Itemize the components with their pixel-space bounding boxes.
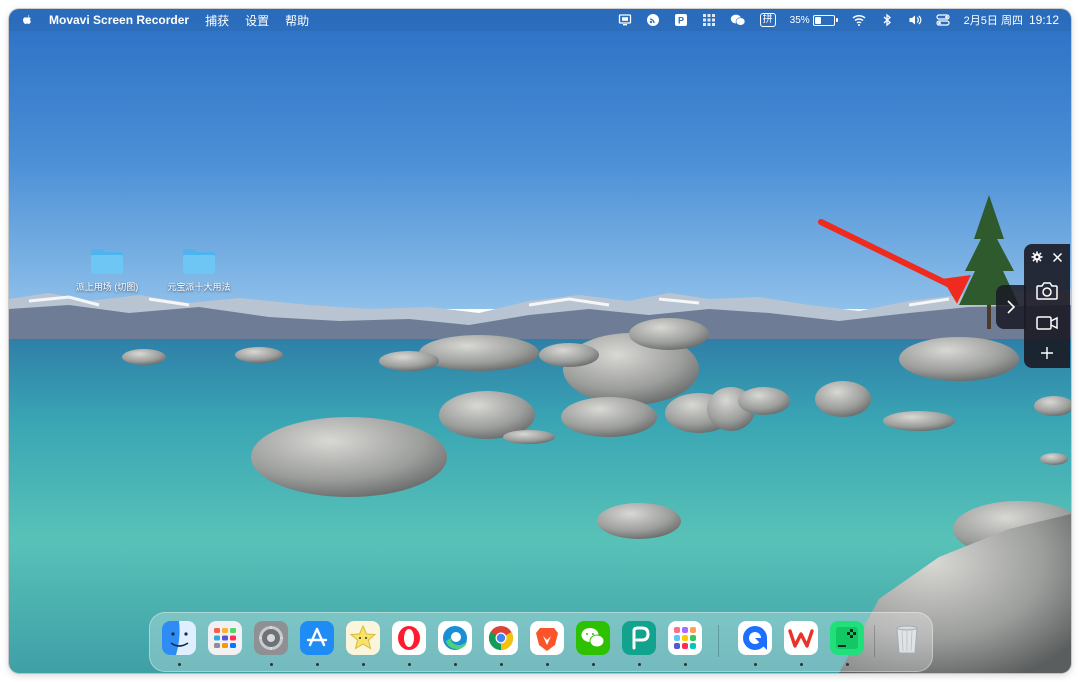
bluetooth-icon[interactable] xyxy=(880,13,894,27)
screenshot-camera-icon xyxy=(1036,282,1058,300)
running-indicator xyxy=(754,663,757,666)
running-indicator xyxy=(178,663,181,666)
wechat-icon[interactable] xyxy=(576,621,610,655)
folder-icon xyxy=(183,249,215,274)
chevron-right-icon xyxy=(1007,300,1016,314)
active-app-name[interactable]: Movavi Screen Recorder xyxy=(49,13,189,27)
running-indicator xyxy=(316,663,319,666)
running-indicator xyxy=(500,663,503,666)
settings-icon[interactable] xyxy=(254,621,288,655)
brave-icon[interactable] xyxy=(530,621,564,655)
add-icon xyxy=(1041,347,1053,359)
running-indicator xyxy=(362,663,365,666)
desktop-screen: Movavi Screen Recorder 捕获 设置 帮助 P 拼 35% … xyxy=(9,9,1071,673)
dock-separator xyxy=(874,625,875,657)
svg-text:P: P xyxy=(678,16,684,26)
dock xyxy=(149,612,933,672)
running-indicator xyxy=(408,663,411,666)
recorder-close-button[interactable] xyxy=(1048,248,1066,266)
p-app-icon[interactable] xyxy=(622,621,656,655)
screenshot-button[interactable] xyxy=(1032,278,1062,304)
control-center-icon[interactable] xyxy=(936,13,950,27)
launchpad-icon[interactable] xyxy=(208,621,242,655)
wallpaper xyxy=(9,9,1071,673)
p-app-icon[interactable]: P xyxy=(674,13,688,27)
app-grid-icon[interactable] xyxy=(668,621,702,655)
recorder-expand-button[interactable] xyxy=(996,285,1026,329)
movavi-icon[interactable] xyxy=(738,621,772,655)
video-record-icon xyxy=(1036,316,1058,330)
star-app-icon[interactable] xyxy=(346,621,380,655)
running-indicator xyxy=(592,663,595,666)
close-icon xyxy=(1052,252,1062,262)
chrome-icon[interactable] xyxy=(484,621,518,655)
trash-icon[interactable] xyxy=(890,621,924,655)
menu-capture[interactable]: 捕获 xyxy=(205,12,229,29)
recorder-settings-button[interactable] xyxy=(1028,248,1046,266)
date-text: 2月5日 周四 xyxy=(963,15,1023,27)
pinyin-input-icon[interactable]: 拼 xyxy=(759,13,776,27)
settings-gear-icon xyxy=(1031,251,1043,263)
finder-icon[interactable] xyxy=(162,621,196,655)
folder-icon xyxy=(91,249,123,274)
menu-settings[interactable]: 设置 xyxy=(245,12,269,29)
recorder-widget xyxy=(1024,244,1070,368)
screen-capture-icon[interactable] xyxy=(618,13,632,27)
menu-help[interactable]: 帮助 xyxy=(285,12,309,29)
video-record-button[interactable] xyxy=(1032,310,1062,336)
folder-label: 元宝派十大用法 xyxy=(167,282,231,292)
opera-icon[interactable] xyxy=(392,621,426,655)
game-icon[interactable] xyxy=(830,621,864,655)
wechat-icon[interactable] xyxy=(730,13,746,27)
dock-separator xyxy=(718,625,719,657)
apple-icon[interactable] xyxy=(21,13,33,27)
running-indicator xyxy=(546,663,549,666)
grid-icon[interactable] xyxy=(702,13,716,27)
wps-icon[interactable] xyxy=(784,621,818,655)
rss-icon[interactable] xyxy=(646,13,660,27)
running-indicator xyxy=(454,663,457,666)
volume-icon[interactable] xyxy=(908,13,922,27)
running-indicator xyxy=(846,663,849,666)
running-indicator xyxy=(270,663,273,666)
menu-bar: Movavi Screen Recorder 捕获 设置 帮助 P 拼 35% … xyxy=(9,9,1071,31)
app-store-icon[interactable] xyxy=(300,621,334,655)
running-indicator xyxy=(684,663,687,666)
running-indicator xyxy=(638,663,641,666)
time-text: 19:12 xyxy=(1028,13,1059,27)
wifi-icon[interactable] xyxy=(852,13,866,27)
running-indicator xyxy=(800,663,803,666)
add-button[interactable] xyxy=(1032,342,1062,364)
edge-icon[interactable] xyxy=(438,621,472,655)
battery-icon xyxy=(812,14,835,26)
desktop-folder-1[interactable]: 派上用场 (切图) xyxy=(62,247,152,293)
battery-indicator[interactable]: 35% xyxy=(789,14,838,26)
folder-label: 派上用场 (切图) xyxy=(75,282,139,292)
battery-percent: 35% xyxy=(789,14,810,26)
clock[interactable]: 2月5日 周四 19:12 xyxy=(964,12,1059,28)
desktop-folder-2[interactable]: 元宝派十大用法 xyxy=(154,247,244,293)
